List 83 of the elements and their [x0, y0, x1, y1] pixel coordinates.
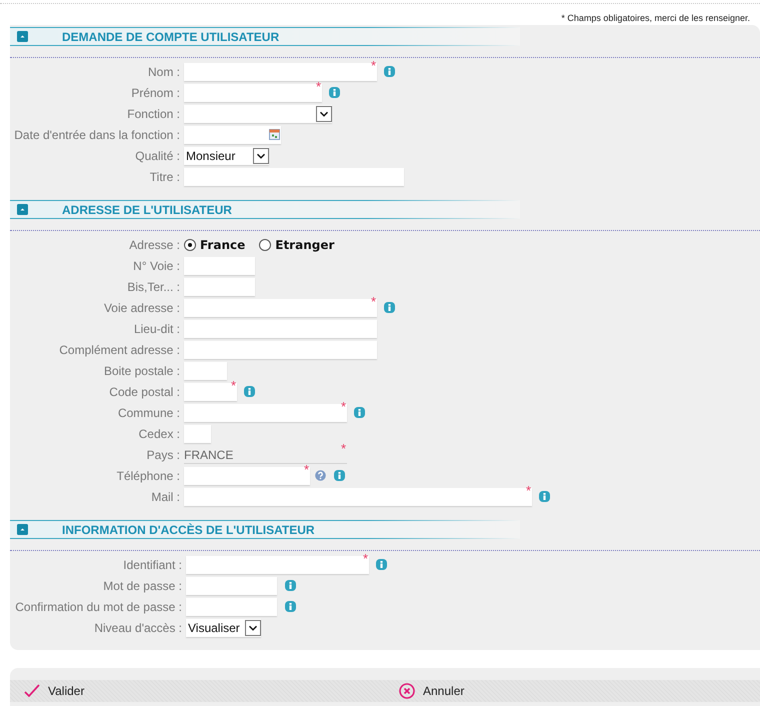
required-mark: * [363, 553, 368, 565]
field-label: Mail : [150, 490, 181, 504]
collapse-icon[interactable] [17, 31, 28, 42]
field-label: Commune : [116, 406, 181, 420]
text-field[interactable] [184, 466, 310, 484]
check-icon [24, 684, 40, 698]
text-field[interactable] [184, 168, 404, 186]
info-icon[interactable] [285, 601, 296, 612]
text-field[interactable] [184, 320, 377, 338]
help-icon[interactable] [315, 470, 326, 481]
text-field[interactable] [184, 488, 532, 506]
required-mark: * [341, 401, 346, 413]
field-label: Voie adresse : [102, 300, 181, 314]
required-mark: * [526, 485, 532, 497]
close-icon [399, 683, 415, 699]
text-field[interactable] [184, 404, 347, 422]
info-icon[interactable] [539, 491, 550, 502]
field-label: Date d'entrée dans la fonction : [13, 128, 181, 142]
info-icon[interactable] [285, 580, 296, 591]
info-icon[interactable] [329, 87, 340, 98]
field-label: Lieu-dit : [132, 322, 181, 336]
field-label: Code postal : [108, 384, 181, 398]
caret-icon [253, 148, 269, 164]
text-field[interactable] [184, 424, 211, 442]
field-label: Niveau d'accès : [93, 620, 183, 634]
field-label: Mot de passe : [102, 578, 183, 592]
required-mark: * [341, 443, 346, 455]
info-icon[interactable] [334, 470, 346, 481]
text-field[interactable] [184, 340, 377, 358]
required-mark: * [304, 464, 310, 476]
field-label: Fonction : [126, 106, 181, 120]
field-label: Titre : [148, 170, 181, 184]
submit-button[interactable]: Valider [24, 684, 84, 698]
field-label: Pays : [146, 448, 181, 462]
field-label: Bis,Ter... : [126, 280, 181, 294]
text-field[interactable] [186, 556, 369, 574]
caret-icon [316, 106, 332, 122]
text-field[interactable] [184, 298, 377, 316]
field-label: Prénom : [130, 86, 181, 100]
field-label: Nom : [146, 64, 181, 78]
collapse-icon[interactable] [17, 204, 28, 215]
field-label: Qualité : [134, 148, 181, 162]
radio-button[interactable] [259, 238, 272, 250]
date-field[interactable] [184, 126, 281, 144]
dropdown[interactable] [184, 104, 332, 122]
field-label: Complément adresse : [58, 342, 181, 356]
cancel-button[interactable]: Annuler [399, 683, 464, 699]
radio-label[interactable]: Etranger [275, 238, 334, 252]
field-label: Adresse : [128, 238, 181, 252]
text-field[interactable] [184, 362, 227, 380]
required-note: * Champs obligatoires, merci de les renseigner. [561, 12, 750, 24]
info-icon[interactable] [244, 386, 256, 397]
field-label: Cedex : [138, 426, 181, 440]
info-icon[interactable] [384, 66, 396, 77]
field-label: Confirmation du mot de passe : [14, 600, 183, 614]
dropdown[interactable]: Visualiser [186, 618, 261, 636]
info-icon[interactable] [376, 559, 388, 570]
info-icon[interactable] [354, 407, 366, 418]
text-field[interactable] [184, 382, 237, 400]
field-label: N° Voie : [132, 258, 181, 272]
caret-icon [245, 620, 261, 636]
field-label: Identifiant : [122, 558, 183, 572]
required-mark: * [371, 60, 376, 72]
collapse-icon[interactable] [17, 524, 28, 535]
section-title: INFORMATION D'ACCÈS DE L'UTILISATEUR [62, 522, 315, 536]
text-field[interactable] [184, 84, 322, 102]
field-label: Boite postale : [102, 364, 181, 378]
radio-button[interactable] [184, 238, 196, 250]
text-field[interactable] [184, 256, 255, 274]
dropdown[interactable]: Monsieur [184, 146, 269, 164]
radio-label[interactable]: France [200, 238, 246, 252]
text-field[interactable] [186, 598, 277, 616]
required-mark: * [231, 380, 236, 392]
required-mark: * [316, 81, 322, 93]
calendar-icon[interactable] [269, 129, 280, 140]
text-field[interactable] [184, 278, 255, 296]
required-mark: * [371, 296, 376, 308]
text-field[interactable] [186, 576, 277, 594]
section-title: ADRESSE DE L'UTILISATEUR [62, 202, 232, 216]
field-label: Téléphone : [116, 468, 181, 482]
info-icon[interactable] [384, 302, 396, 313]
section-title: DEMANDE DE COMPTE UTILISATEUR [62, 30, 280, 44]
text-field[interactable] [184, 62, 377, 80]
